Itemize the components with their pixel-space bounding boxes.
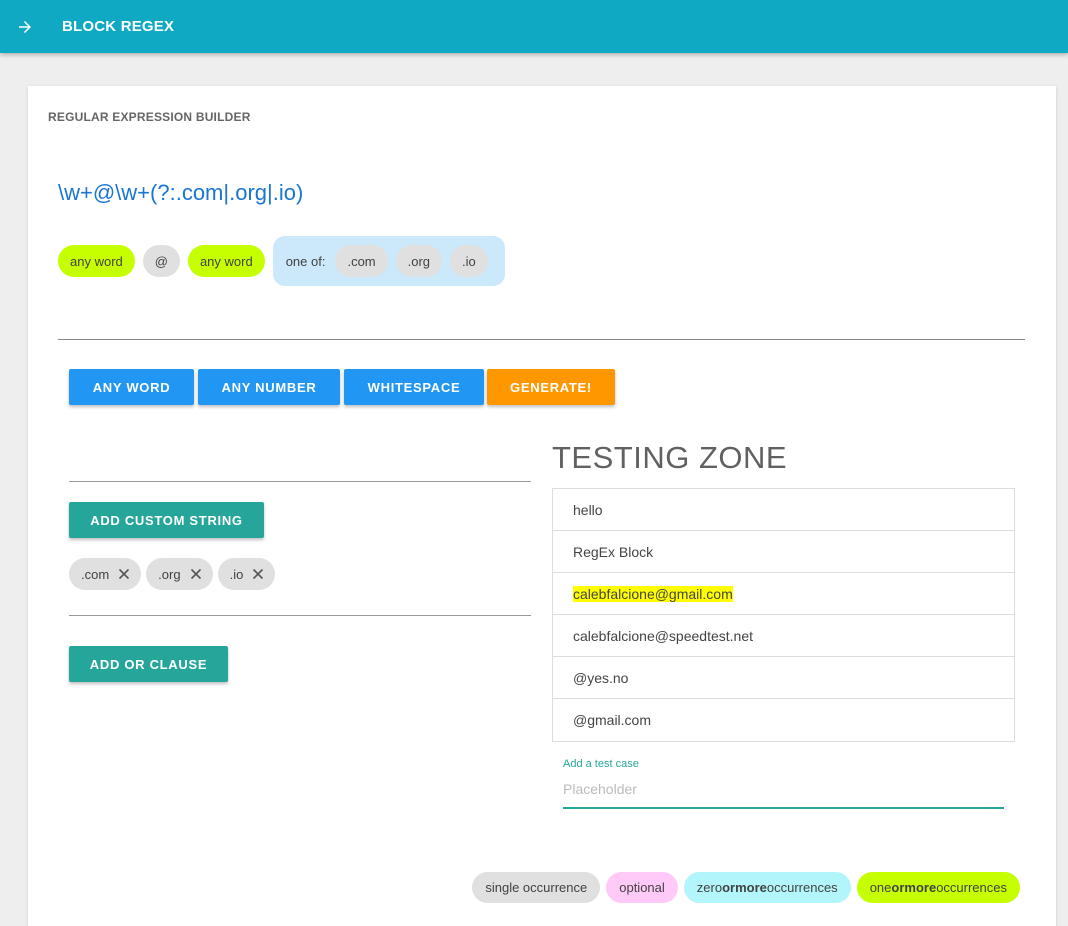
occurrence-legend: single occurrence optional zero or more … <box>472 872 1020 903</box>
app-bar: BLOCK REGEX <box>0 0 1068 53</box>
legend-single-occurrence: single occurrence <box>472 872 601 903</box>
legend-text: one <box>869 880 892 895</box>
whitespace-button[interactable]: WHITESPACE <box>344 369 484 405</box>
section-divider <box>58 339 1025 340</box>
or-group-block[interactable]: one of: .com .org .io <box>272 236 505 286</box>
legend-text-bold: more <box>904 880 937 895</box>
custom-string-label: .org <box>158 566 181 582</box>
card-title: REGULAR EXPRESSION BUILDER <box>48 110 251 124</box>
custom-string-chip[interactable]: .com <box>69 558 142 590</box>
app-title: BLOCK REGEX <box>62 18 175 35</box>
close-icon[interactable] <box>249 565 267 583</box>
test-case-item[interactable]: @gmail.com <box>553 699 1014 741</box>
arrow-forward-icon[interactable] <box>0 3 50 51</box>
custom-string-chip[interactable]: .io <box>217 558 276 590</box>
custom-string-list: .com .org .io <box>69 558 276 590</box>
test-case-list: hello RegEx Block calebfalcione@gmail.co… <box>552 488 1015 742</box>
legend-text-bold: or <box>722 880 736 895</box>
legend-text: occurrences <box>936 880 1007 895</box>
test-case-match-highlight: calebfalcione@gmail.com <box>573 585 733 602</box>
custom-divider-bottom <box>69 615 531 616</box>
legend-zero-or-more: zero or more occurrences <box>683 872 851 903</box>
legend-text-bold: more <box>735 880 767 895</box>
or-option-chip[interactable]: .com <box>335 245 388 277</box>
close-icon[interactable] <box>187 565 205 583</box>
or-option-chip[interactable]: .org <box>395 245 443 277</box>
add-test-case-input[interactable] <box>563 773 1004 809</box>
test-case-item[interactable]: @yes.no <box>553 657 1014 699</box>
custom-string-label: .com <box>81 566 110 582</box>
block-chip-any-word[interactable]: any word <box>58 245 135 277</box>
add-or-clause-button[interactable]: ADD OR CLAUSE <box>69 646 228 682</box>
legend-text-bold: or <box>891 880 905 895</box>
test-case-item[interactable]: calebfalcione@speedtest.net <box>553 615 1014 657</box>
close-icon[interactable] <box>115 565 133 583</box>
custom-string-chip[interactable]: .org <box>146 558 213 590</box>
builder-card: REGULAR EXPRESSION BUILDER \w+@\w+(?:.co… <box>28 86 1056 926</box>
add-test-case-label: Add a test case <box>563 758 639 770</box>
add-custom-string-button[interactable]: ADD CUSTOM STRING <box>69 502 264 538</box>
block-chip-any-word[interactable]: any word <box>187 245 265 277</box>
testing-zone-title: TESTING ZONE <box>552 440 788 475</box>
test-case-text: calebfalcione@speedtest.net <box>573 627 753 644</box>
custom-string-label: .io <box>229 566 244 582</box>
test-case-text: @gmail.com <box>573 712 652 728</box>
any-number-button[interactable]: ANY NUMBER <box>198 369 340 405</box>
legend-text: occurrences <box>766 880 838 895</box>
legend-one-or-more: one or more occurrences <box>856 872 1020 903</box>
generate-button[interactable]: GENERATE! <box>487 369 615 405</box>
block-chip-row: any word @ any word one of: .com .org .i… <box>58 236 505 286</box>
legend-optional: optional <box>606 872 678 903</box>
test-case-text: @yes.no <box>573 669 629 686</box>
or-option-chip[interactable]: .io <box>450 245 488 277</box>
legend-text: zero <box>696 880 723 895</box>
add-test-case-field: Add a test case <box>563 758 1004 809</box>
test-case-text: RegEx Block <box>573 543 654 560</box>
test-case-item[interactable]: hello <box>553 489 1014 531</box>
or-group-label: one of: <box>285 253 326 269</box>
test-case-item[interactable]: RegEx Block <box>553 531 1014 573</box>
block-chip-at[interactable]: @ <box>142 245 180 277</box>
custom-divider-top <box>69 481 531 482</box>
regex-output: \w+@\w+(?:.com|.org|.io) <box>58 180 304 205</box>
test-case-item-matched[interactable]: calebfalcione@gmail.com <box>553 573 1014 615</box>
test-case-text: hello <box>573 501 603 518</box>
any-word-button[interactable]: ANY WORD <box>69 369 194 405</box>
